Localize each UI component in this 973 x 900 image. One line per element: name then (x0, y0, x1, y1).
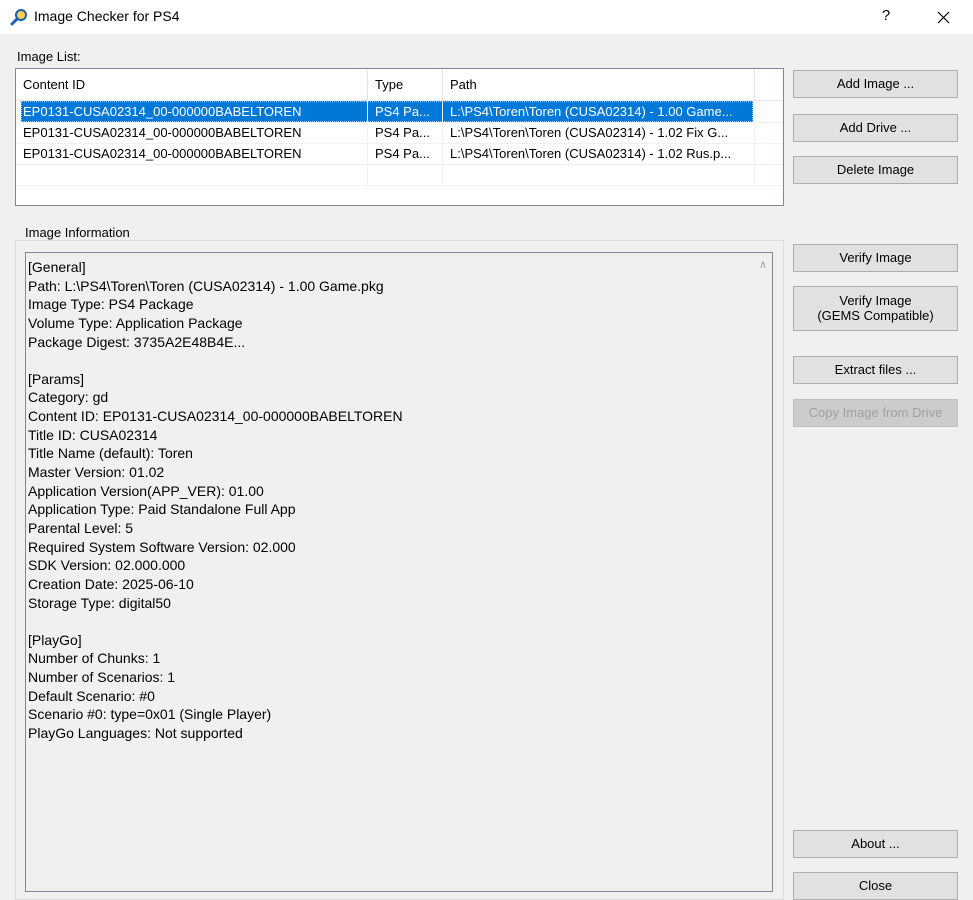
info-line: Package Digest: 3735A2E48B4E... (28, 333, 246, 350)
info-line: PlayGo Languages: Not supported (28, 725, 243, 742)
extract-files-button[interactable]: Extract files ... (793, 356, 958, 384)
info-line: Required System Software Version: 02.000 (28, 538, 296, 555)
info-line: [General] (28, 259, 86, 275)
cell-content-id: EP0131-CUSA02314_00-000000BABELTOREN (16, 143, 368, 164)
info-line: Volume Type: Application Package (28, 314, 243, 331)
add-image-button[interactable]: Add Image ... (793, 70, 958, 98)
info-line: Number of Chunks: 1 (28, 650, 161, 667)
image-list[interactable]: Content ID Type Path EP0131-CUSA02314_00… (15, 68, 784, 206)
table-row[interactable]: EP0131-CUSA02314_00-000000BABELTOREN PS4… (16, 122, 783, 143)
info-line: Category: gd (28, 389, 109, 406)
copy-image-from-drive-button[interactable]: Copy Image from Drive (793, 399, 958, 427)
cell-content-id: EP0131-CUSA02314_00-000000BABELTOREN (16, 122, 368, 143)
info-line: [PlayGo] (28, 631, 82, 648)
table-row[interactable]: EP0131-CUSA02314_00-000000BABELTOREN PS4… (16, 143, 783, 164)
image-information-text[interactable]: [General] Path: L:\PS4\Toren\Toren (CUSA0… (25, 252, 773, 892)
delete-image-button[interactable]: Delete Image (793, 156, 958, 184)
title-bar: Image Checker for PS4 ? (0, 0, 973, 34)
info-line (28, 612, 748, 631)
verify-gems-line1: Verify Image (839, 293, 912, 308)
info-line: Default Scenario: #0 (28, 687, 155, 704)
window-title: Image Checker for PS4 (34, 8, 180, 24)
close-button[interactable]: Close (793, 872, 958, 900)
table-row[interactable]: EP0131-CUSA02314_00-000000BABELTOREN PS4… (16, 101, 783, 122)
help-button[interactable]: ? (871, 2, 901, 32)
info-line: Application Type: Paid Standalone Full A… (28, 501, 296, 518)
empty-row (16, 164, 783, 185)
info-line: Storage Type: digital50 (28, 594, 171, 611)
scroll-up-icon[interactable]: ∧ (755, 257, 771, 273)
verify-gems-line2: (GEMS Compatible) (817, 308, 934, 323)
info-line: Title ID: CUSA02314 (28, 426, 158, 443)
info-lines: [General] Path: L:\PS4\Toren\Toren (CUSA0… (28, 258, 748, 743)
verify-image-gems-button[interactable]: Verify Image (GEMS Compatible) (793, 286, 958, 331)
image-information-label: Image Information (21, 225, 134, 240)
cell-type: PS4 Pa... (368, 122, 443, 143)
info-line: Scenario #0: type=0x01 (Single Player) (28, 706, 272, 723)
cell-path: L:\PS4\Toren\Toren (CUSA02314) - 1.00 Ga… (443, 101, 755, 122)
verify-image-button[interactable]: Verify Image (793, 244, 958, 272)
info-line: Creation Date: 2025-06-10 (28, 575, 194, 592)
info-line: [Params] (28, 370, 85, 387)
image-list-label: Image List: (17, 49, 81, 64)
info-line: Number of Scenarios: 1 (28, 669, 176, 686)
column-header-content-id[interactable]: Content ID (16, 69, 368, 101)
cell-type: PS4 Pa... (368, 101, 443, 122)
cell-content-id: EP0131-CUSA02314_00-000000BABELTOREN (16, 101, 368, 122)
info-line: Image Type: PS4 Package (28, 296, 194, 313)
add-drive-button[interactable]: Add Drive ... (793, 114, 958, 142)
column-header-type[interactable]: Type (368, 69, 443, 101)
cell-path: L:\PS4\Toren\Toren (CUSA02314) - 1.02 Fi… (443, 122, 755, 143)
cell-type: PS4 Pa... (368, 143, 443, 164)
info-line: Parental Level: 5 (28, 519, 134, 536)
info-line: Application Version(APP_VER): 01.00 (28, 482, 264, 499)
info-line: Master Version: 01.02 (28, 464, 165, 481)
list-header: Content ID Type Path (16, 69, 783, 101)
info-line (28, 351, 748, 370)
row-divider (16, 185, 783, 186)
cell-path: L:\PS4\Toren\Toren (CUSA02314) - 1.02 Ru… (443, 143, 755, 164)
info-line: Content ID: EP0131-CUSA02314_00-000000BA… (28, 408, 403, 425)
close-icon[interactable] (928, 2, 958, 32)
column-header-filler (755, 69, 783, 101)
column-header-path[interactable]: Path (443, 69, 755, 101)
info-line: Path: L:\PS4\Toren\Toren (CUSA02314) - 1… (28, 277, 384, 294)
about-button[interactable]: About ... (793, 830, 958, 858)
magnifier-icon (10, 9, 27, 26)
info-line: Title Name (default): Toren (28, 445, 193, 462)
info-line: SDK Version: 02.000.000 (28, 557, 186, 574)
